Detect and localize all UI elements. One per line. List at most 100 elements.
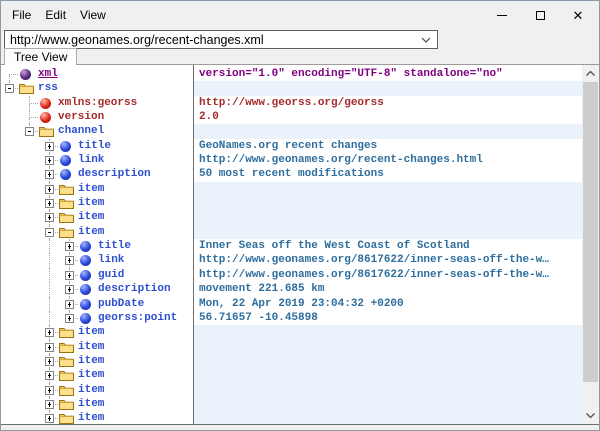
tree-connector-line <box>29 103 38 104</box>
tree-node-item[interactable]: item <box>1 411 193 424</box>
url-combobox[interactable] <box>4 30 438 49</box>
value-row: http://www.geonames.org/recent-changes.h… <box>194 153 582 167</box>
expand-plus-icon[interactable] <box>45 371 54 380</box>
tree-node-georss-point[interactable]: georss:point <box>1 311 193 325</box>
close-button[interactable]: ✕ <box>559 1 597 29</box>
expand-plus-icon[interactable] <box>45 170 54 179</box>
expand-plus-icon[interactable] <box>65 242 74 251</box>
tree-node-label: item <box>78 210 104 224</box>
folder-icon <box>19 82 34 94</box>
tree-node-label: item <box>78 354 104 368</box>
collapse-minus-icon[interactable] <box>45 228 54 237</box>
collapse-minus-icon[interactable] <box>5 84 14 93</box>
tree-node-label: link <box>78 153 104 167</box>
tree-node-label: item <box>78 196 104 210</box>
title-menu-bar: File Edit View ✕ <box>1 1 599 29</box>
tree-connector-line <box>49 311 50 325</box>
tree-node-description[interactable]: description <box>1 167 193 181</box>
tree-node-xml[interactable]: xml <box>1 67 193 81</box>
tree-node-item[interactable]: item <box>1 325 193 339</box>
tree-node-label: xml <box>38 67 58 81</box>
element-icon <box>60 141 71 152</box>
scroll-up-button[interactable] <box>582 65 599 82</box>
tree-node-label: pubDate <box>98 297 144 311</box>
tree-node-item[interactable]: item <box>1 397 193 411</box>
folder-icon <box>59 384 74 396</box>
close-icon: ✕ <box>573 9 584 22</box>
tree-panel: xmlrssxmlns:georssversionchanneltitlelin… <box>1 65 193 424</box>
tab-tree-view[interactable]: Tree View <box>4 48 77 65</box>
tree-node-item[interactable]: item <box>1 383 193 397</box>
expand-plus-icon[interactable] <box>65 314 74 323</box>
expand-plus-icon[interactable] <box>45 357 54 366</box>
folder-icon <box>59 211 74 223</box>
tree-node-item[interactable]: item <box>1 225 193 239</box>
expand-plus-icon[interactable] <box>45 213 54 222</box>
expand-plus-icon[interactable] <box>45 414 54 423</box>
tree-node-link[interactable]: link <box>1 253 193 267</box>
folder-icon <box>59 197 74 209</box>
url-input[interactable] <box>5 32 415 47</box>
value-text: http://www.georss.org/georss <box>199 97 384 109</box>
tree-node-version[interactable]: version <box>1 110 193 124</box>
tree-node-item[interactable]: item <box>1 182 193 196</box>
tree-node-link[interactable]: link <box>1 153 193 167</box>
menu-edit[interactable]: Edit <box>38 5 73 25</box>
tree-node-description[interactable]: description <box>1 282 193 296</box>
vertical-scrollbar[interactable] <box>582 65 599 424</box>
expand-plus-icon[interactable] <box>65 271 74 280</box>
expand-plus-icon[interactable] <box>45 400 54 409</box>
tree-node-label: item <box>78 383 104 397</box>
xml-viewer-window: File Edit View ✕ Tree View xmlrssxmlns:g… <box>0 0 600 431</box>
value-row: http://www.geonames.org/8617622/inner-se… <box>194 253 582 267</box>
value-row-empty <box>194 182 582 196</box>
tree-node-label: title <box>98 239 131 253</box>
expand-plus-icon[interactable] <box>45 343 54 352</box>
expand-plus-icon[interactable] <box>45 328 54 337</box>
maximize-button[interactable] <box>521 1 559 29</box>
expand-plus-icon[interactable] <box>65 300 74 309</box>
value-text: 2.0 <box>199 111 219 123</box>
tree-node-channel[interactable]: channel <box>1 124 193 138</box>
tree-node-item[interactable]: item <box>1 368 193 382</box>
value-text: 56.71657 -10.45898 <box>199 312 318 324</box>
tree-node-guid[interactable]: guid <box>1 268 193 282</box>
tree-connector-line <box>49 253 50 267</box>
folder-icon <box>59 355 74 367</box>
value-row-empty <box>194 81 582 95</box>
tree-node-title[interactable]: title <box>1 239 193 253</box>
value-text: 50 most recent modifications <box>199 168 384 180</box>
minimize-button[interactable] <box>483 1 521 29</box>
collapse-minus-icon[interactable] <box>25 127 34 136</box>
tree-node-label: rss <box>38 81 58 95</box>
folder-icon <box>59 341 74 353</box>
expand-plus-icon[interactable] <box>65 285 74 294</box>
value-text: Mon, 22 Apr 2019 23:04:32 +0200 <box>199 298 404 310</box>
tree-node-title[interactable]: title <box>1 139 193 153</box>
scroll-down-button[interactable] <box>582 407 599 424</box>
combobox-dropdown-button[interactable] <box>415 31 437 48</box>
expand-plus-icon[interactable] <box>45 386 54 395</box>
value-row: 2.0 <box>194 110 582 124</box>
expand-plus-icon[interactable] <box>45 185 54 194</box>
tree-node-item[interactable]: item <box>1 196 193 210</box>
expand-plus-icon[interactable] <box>65 256 74 265</box>
value-row: GeoNames.org recent changes <box>194 139 582 153</box>
menu-file[interactable]: File <box>5 5 38 25</box>
tree-connector-line <box>49 297 50 311</box>
tree-node-item[interactable]: item <box>1 354 193 368</box>
value-panel: version="1.0" encoding="UTF-8" standalon… <box>194 65 582 424</box>
tree-node-pubDate[interactable]: pubDate <box>1 297 193 311</box>
menu-view[interactable]: View <box>73 5 113 25</box>
scrollbar-thumb[interactable] <box>583 82 598 382</box>
tree-node-rss[interactable]: rss <box>1 81 193 95</box>
tree-node-item[interactable]: item <box>1 340 193 354</box>
value-text: http://www.geonames.org/8617622/inner-se… <box>199 254 549 266</box>
expand-plus-icon[interactable] <box>45 142 54 151</box>
expand-plus-icon[interactable] <box>45 156 54 165</box>
tree-node-item[interactable]: item <box>1 210 193 224</box>
value-row: version="1.0" encoding="UTF-8" standalon… <box>194 67 582 81</box>
value-row: Inner Seas off the West Coast of Scotlan… <box>194 239 582 253</box>
expand-plus-icon[interactable] <box>45 199 54 208</box>
value-row: 50 most recent modifications <box>194 167 582 181</box>
